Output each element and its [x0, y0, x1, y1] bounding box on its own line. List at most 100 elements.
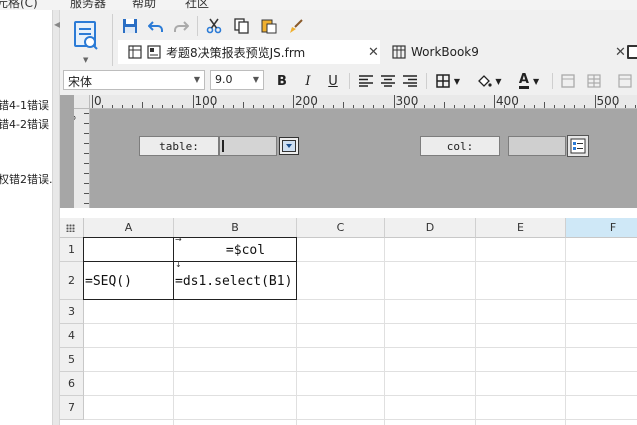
paste-icon [261, 19, 277, 34]
column-header-b[interactable]: B [174, 218, 297, 238]
ruler-tick [584, 105, 586, 108]
row-header-3[interactable]: 3 [60, 300, 84, 324]
merge-cells-button[interactable] [558, 71, 578, 91]
ruler-tick [132, 105, 134, 108]
menu-community[interactable]: 社区 [185, 0, 209, 10]
ruler-tick [383, 105, 385, 108]
wrap-text-button[interactable] [615, 71, 635, 91]
font-family-select[interactable]: 宋体 ▼ [63, 70, 205, 90]
table-param-label[interactable]: table: [139, 136, 219, 156]
menu-help[interactable]: 帮助 [132, 0, 156, 10]
menu-bar: 元格(C) 服务器 帮助 社区 [0, 0, 637, 10]
col-param-label[interactable]: col: [420, 136, 500, 156]
ruler-tick [534, 105, 536, 108]
cut-button[interactable] [204, 16, 224, 36]
ruler-label: 300 [395, 95, 419, 108]
select-all-corner[interactable] [60, 218, 84, 238]
copy-button[interactable] [232, 16, 252, 36]
ruler-tick [443, 102, 445, 108]
ruler-tick [282, 105, 284, 108]
italic-button[interactable]: I [298, 71, 318, 91]
panel-splitter[interactable]: ◀ [52, 10, 60, 425]
cell-b2[interactable]: =ds1.select(B1) [174, 262, 297, 300]
bold-button[interactable]: B [272, 71, 292, 91]
horizontal-ruler: 0 100 200 300 400 500 [90, 95, 637, 109]
ruler-tick [122, 105, 124, 108]
new-template-button[interactable]: ▼ [68, 16, 106, 66]
grid-line [84, 371, 637, 372]
border-button[interactable]: ▼ [432, 71, 464, 91]
table-param-combo[interactable] [219, 136, 277, 156]
grid-line [84, 323, 637, 324]
report-designer-window: 元格(C) 服务器 帮助 社区 错4-1错误 错4-2错误 权错2错误. ◀ ▼ [0, 0, 637, 425]
format-painter-button[interactable] [286, 16, 306, 36]
menu-server[interactable]: 服务器 [70, 0, 106, 10]
font-size-select[interactable]: 9.0 ▼ [210, 70, 264, 90]
tree-item[interactable]: 权错2错误. [0, 171, 52, 187]
row-header-5[interactable]: 5 [60, 348, 84, 372]
column-header-e[interactable]: E [476, 218, 566, 238]
close-icon[interactable]: ✕ [368, 45, 379, 60]
row-header-6[interactable]: 6 [60, 372, 84, 396]
underline-button[interactable]: U [323, 71, 343, 91]
list-picker-icon [570, 138, 586, 154]
ruler-tick [212, 105, 214, 108]
ruler-tick [252, 105, 254, 108]
align-right-button[interactable] [400, 71, 420, 91]
ruler-tick [423, 105, 425, 108]
row-header-4[interactable]: 4 [60, 324, 84, 348]
chevron-down-icon: ▼ [495, 76, 502, 86]
row-header-2[interactable]: 2 [60, 262, 84, 300]
ruler-tick [473, 105, 475, 108]
table-param-dropdown-button[interactable] [279, 137, 299, 155]
ruler-tick [182, 105, 184, 108]
tree-item[interactable]: 错4-1错误 [0, 97, 49, 113]
paste-button[interactable] [259, 16, 279, 36]
tab-overflow-icon[interactable] [627, 45, 637, 59]
text-cursor [222, 140, 224, 152]
ruler-tick [102, 105, 104, 108]
font-color-button[interactable]: A ▼ [512, 71, 546, 91]
template-icon [147, 45, 161, 59]
document-tabs: 考题8决策报表预览JS.frm ✕ WorkBook9 ✕ [118, 40, 637, 64]
align-center-icon [381, 75, 395, 87]
redo-button[interactable] [171, 16, 191, 36]
tab-label: WorkBook9 [411, 45, 479, 59]
row-header-7[interactable]: 7 [60, 396, 84, 420]
col-param-input[interactable] [508, 136, 566, 156]
col-param-picker-button[interactable] [567, 135, 589, 157]
align-right-icon [403, 75, 417, 87]
ruler-label: 500 [596, 95, 620, 108]
fill-color-button[interactable]: ▼ [472, 71, 506, 91]
toolbar-area: ▼ 考题8决策报表预览JS.frm ✕ WorkBook9 ✕ 宋体 ▼ 9.0… [60, 10, 637, 95]
menu-cell[interactable]: 元格(C) [0, 0, 38, 10]
tree-item[interactable]: 错4-2错误 [0, 116, 49, 132]
column-header-d[interactable]: D [385, 218, 476, 238]
ruler-corner [74, 95, 90, 109]
save-button[interactable] [120, 16, 140, 36]
ruler-tick [232, 105, 234, 108]
align-center-button[interactable] [378, 71, 398, 91]
tab-workbook9[interactable]: WorkBook9 ✕ [388, 40, 637, 64]
column-header-a[interactable]: A [84, 218, 174, 238]
ruler-tick [594, 95, 596, 108]
parameter-canvas[interactable]: table: col: [90, 110, 637, 208]
column-header-c[interactable]: C [297, 218, 385, 238]
align-left-button[interactable] [356, 71, 376, 91]
undo-icon [148, 21, 163, 32]
ruler-tick [483, 105, 485, 108]
unmerge-cells-button[interactable] [584, 71, 604, 91]
tab-frm[interactable]: 考题8决策报表预览JS.frm ✕ [118, 40, 380, 64]
column-header-f[interactable]: F [566, 218, 637, 238]
row-header-1[interactable]: 1 [60, 238, 84, 262]
undo-button[interactable] [146, 16, 166, 36]
ruler-tick [242, 102, 244, 108]
grid-icon [392, 45, 406, 59]
ruler-tick [142, 102, 144, 108]
close-icon[interactable]: ✕ [615, 45, 626, 60]
chevron-down-icon [282, 140, 296, 152]
cell-b1[interactable]: =$col [174, 238, 297, 262]
ruler-tick [353, 105, 355, 108]
cell-a2[interactable]: =SEQ() [84, 262, 174, 300]
ruler-tick [92, 95, 93, 108]
